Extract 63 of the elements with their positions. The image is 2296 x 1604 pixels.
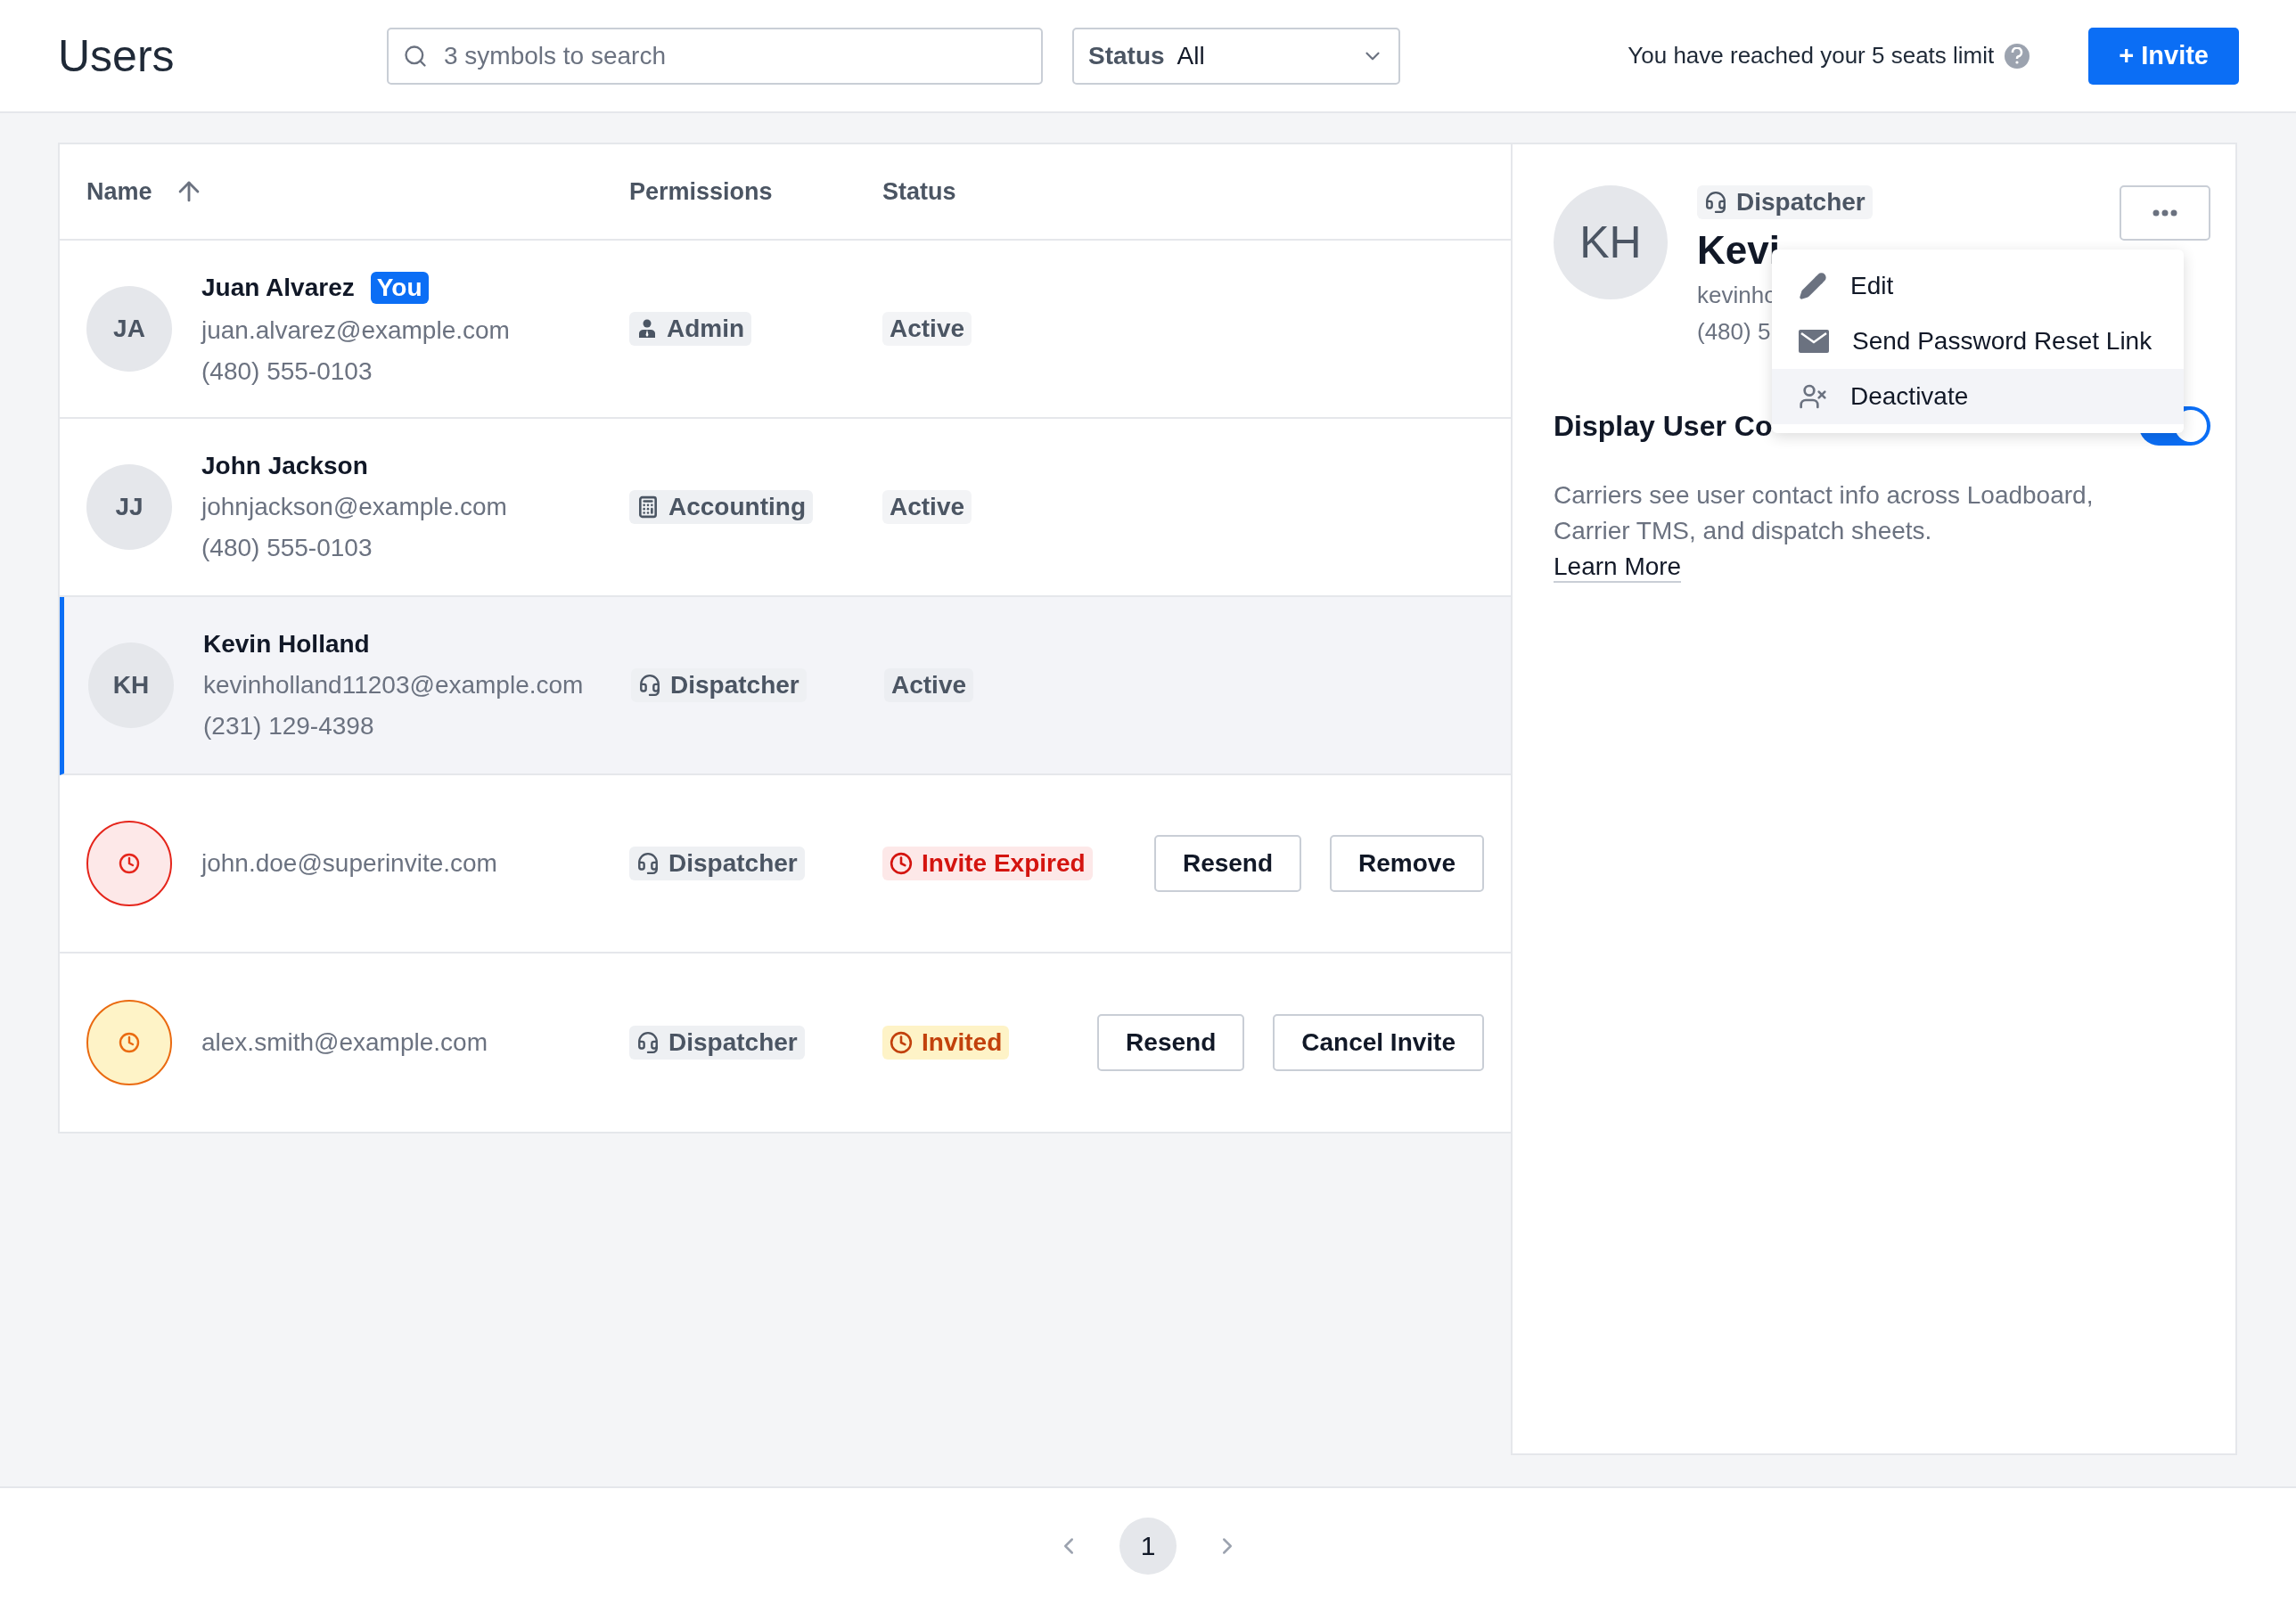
column-header[interactable]: Name (86, 176, 629, 207)
role-badge: Accounting (629, 490, 813, 524)
menu-item[interactable]: Send Password Reset Link (1772, 314, 2184, 369)
action-button[interactable]: Resend (1153, 835, 1302, 892)
status-badge: Invited (882, 1026, 1010, 1060)
initials-avatar: KH (88, 642, 174, 728)
envelope-icon (1799, 330, 1829, 353)
initials-avatar: JA (86, 286, 172, 372)
action-button[interactable]: Resend (1097, 1014, 1245, 1071)
headset-icon (638, 674, 661, 697)
user-email: juan.alvarez@example.com (201, 316, 510, 345)
invite-button[interactable]: + Invite (2088, 27, 2239, 85)
user-row[interactable]: KH Kevin Holland kevinholland11203@example.com (231) 129-4398 Dispatcher Active (60, 597, 1511, 775)
headset-icon (636, 852, 660, 875)
learn-more-link[interactable]: Learn More (1554, 552, 1682, 583)
user-email: alex.smith@example.com (201, 1028, 488, 1057)
user-email: john.doe@superinvite.com (201, 849, 497, 878)
headset-icon (1704, 191, 1727, 214)
role-badge: Dispatcher (631, 668, 807, 702)
column-header[interactable]: Permissions (629, 177, 882, 206)
user-phone: (480) 555-0103 (201, 357, 373, 386)
more-button[interactable] (2120, 185, 2210, 241)
status-badge: Active (882, 312, 972, 346)
person-crossed-icon (1799, 382, 1827, 411)
user-name: John Jackson (201, 452, 368, 480)
page-button[interactable]: 1 (1119, 1518, 1177, 1575)
calculator-icon (636, 495, 660, 519)
status-badge: Invite Expired (882, 847, 1093, 880)
user-phone: (480) 555-0103 (201, 534, 373, 562)
role-badge: Dispatcher (629, 1026, 805, 1060)
person-icon (636, 318, 658, 340)
headset-icon (636, 1031, 660, 1054)
menu-item[interactable]: Edit (1772, 258, 2184, 314)
initials-avatar: KH (1554, 185, 1668, 299)
user-email: johnjackson@example.com (201, 493, 507, 521)
search-icon (403, 43, 428, 69)
menu-item[interactable]: Deactivate (1772, 369, 2184, 424)
status-dropdown[interactable]: Status All (1072, 27, 1400, 85)
user-phone: (231) 129-4398 (203, 712, 375, 741)
dropdown-value: All (1177, 41, 1206, 70)
toggle-label: Display User Co (1554, 409, 1773, 443)
user-email: kevinholland11203@example.com (203, 671, 584, 700)
column-header[interactable]: Status (882, 177, 1511, 206)
role-badge: Admin (629, 312, 752, 346)
status-badge: Active (884, 668, 974, 702)
action-button[interactable]: Remove (1330, 835, 1484, 892)
initials-avatar: JJ (86, 464, 172, 550)
user-phone: (480) 5 (1697, 318, 1771, 346)
status-badge: Active (882, 490, 972, 524)
user-name: Juan Alvarez (201, 274, 355, 302)
role-badge: Dispatcher (1697, 185, 1873, 219)
search-field[interactable]: 3 symbols to search (387, 27, 1043, 85)
seat-limit-notice: You have reached your 5 seats limit (1628, 42, 1995, 70)
dropdown-label: Status (1088, 41, 1165, 70)
page-title: Users (58, 29, 176, 82)
action-button[interactable]: Cancel Invite (1273, 1014, 1484, 1071)
pencil-icon (1799, 272, 1827, 300)
user-name: Kevin Holland (203, 630, 370, 659)
ellipsis-icon (2152, 209, 2177, 217)
help-icon[interactable] (2005, 43, 2030, 69)
you-badge: You (370, 272, 429, 304)
role-badge: Dispatcher (629, 847, 805, 880)
description-text: Carriers see user contact info across Loadboard, Carrier TMS, and dispatch sheets. (1554, 480, 2095, 546)
